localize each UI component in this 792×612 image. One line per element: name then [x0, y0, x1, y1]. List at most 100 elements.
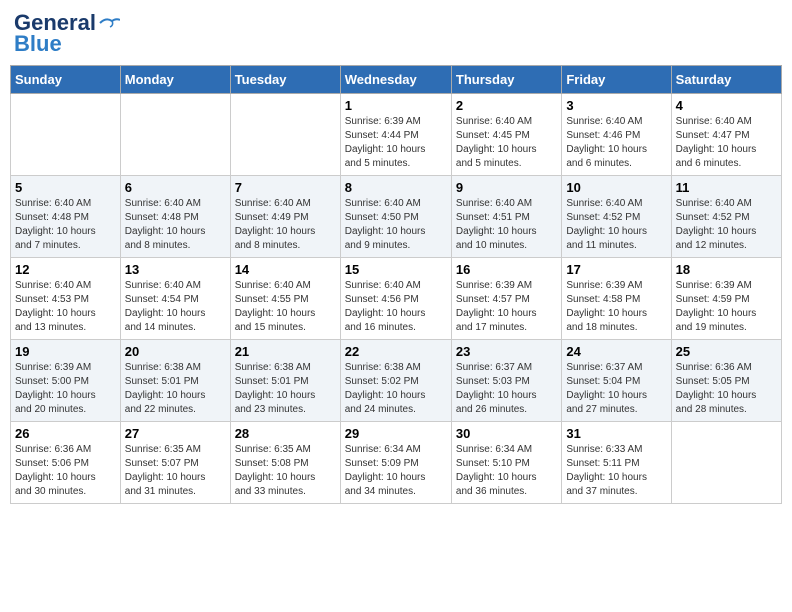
calendar-cell: 11 Sunrise: 6:40 AM Sunset: 4:52 PM Dayli… — [671, 175, 781, 257]
calendar-cell: 31 Sunrise: 6:33 AM Sunset: 5:11 PM Dayli… — [562, 421, 671, 503]
day-info: Sunrise: 6:40 AM Sunset: 4:52 PM Dayligh… — [676, 197, 777, 253]
day-number: 12 — [15, 262, 116, 277]
calendar-week-2: 5 Sunrise: 6:40 AM Sunset: 4:48 PM Daylig… — [11, 175, 782, 257]
day-number: 31 — [566, 426, 666, 441]
calendar-table: SundayMondayTuesdayWednesdayThursdayFrid… — [10, 65, 782, 504]
day-number: 25 — [676, 344, 777, 359]
calendar-cell: 28 Sunrise: 6:35 AM Sunset: 5:08 PM Dayli… — [230, 421, 340, 503]
day-number: 14 — [235, 262, 336, 277]
logo-bird-icon — [98, 15, 120, 31]
day-info: Sunrise: 6:37 AM Sunset: 5:04 PM Dayligh… — [566, 361, 666, 417]
day-info: Sunrise: 6:35 AM Sunset: 5:07 PM Dayligh… — [125, 443, 226, 499]
day-number: 23 — [456, 344, 557, 359]
calendar-cell: 14 Sunrise: 6:40 AM Sunset: 4:55 PM Dayli… — [230, 257, 340, 339]
calendar-cell: 1 Sunrise: 6:39 AM Sunset: 4:44 PM Daylig… — [340, 93, 451, 175]
calendar-cell: 10Sunrise: 6:40 AM Sunset: 4:52 PM Dayli… — [562, 175, 671, 257]
day-info: Sunrise: 6:33 AM Sunset: 5:11 PM Dayligh… — [566, 443, 666, 499]
calendar-cell: 27 Sunrise: 6:35 AM Sunset: 5:07 PM Dayli… — [120, 421, 230, 503]
day-number: 1 — [345, 98, 447, 113]
calendar-cell — [230, 93, 340, 175]
day-info: Sunrise: 6:40 AM Sunset: 4:54 PM Dayligh… — [125, 279, 226, 335]
calendar-cell: 8 Sunrise: 6:40 AM Sunset: 4:50 PM Daylig… — [340, 175, 451, 257]
calendar-cell: 6 Sunrise: 6:40 AM Sunset: 4:48 PM Daylig… — [120, 175, 230, 257]
day-number: 6 — [125, 180, 226, 195]
day-info: Sunrise: 6:34 AM Sunset: 5:10 PM Dayligh… — [456, 443, 557, 499]
day-number: 20 — [125, 344, 226, 359]
weekday-header-tuesday: Tuesday — [230, 65, 340, 93]
day-number: 16 — [456, 262, 557, 277]
day-number: 4 — [676, 98, 777, 113]
calendar-cell: 18Sunrise: 6:39 AM Sunset: 4:59 PM Dayli… — [671, 257, 781, 339]
day-number: 5 — [15, 180, 116, 195]
calendar-cell: 17 Sunrise: 6:39 AM Sunset: 4:58 PM Dayli… — [562, 257, 671, 339]
day-number: 7 — [235, 180, 336, 195]
day-number: 17 — [566, 262, 666, 277]
logo: General Blue — [14, 10, 120, 57]
calendar-cell: 24 Sunrise: 6:37 AM Sunset: 5:04 PM Dayli… — [562, 339, 671, 421]
day-info: Sunrise: 6:39 AM Sunset: 4:58 PM Dayligh… — [566, 279, 666, 335]
day-info: Sunrise: 6:40 AM Sunset: 4:48 PM Dayligh… — [15, 197, 116, 253]
day-number: 2 — [456, 98, 557, 113]
calendar-week-4: 19Sunrise: 6:39 AM Sunset: 5:00 PM Dayli… — [11, 339, 782, 421]
logo-blue: Blue — [14, 31, 62, 56]
calendar-cell — [11, 93, 121, 175]
day-number: 28 — [235, 426, 336, 441]
day-number: 3 — [566, 98, 666, 113]
day-info: Sunrise: 6:40 AM Sunset: 4:45 PM Dayligh… — [456, 115, 557, 171]
day-info: Sunrise: 6:40 AM Sunset: 4:52 PM Dayligh… — [566, 197, 666, 253]
weekday-header-wednesday: Wednesday — [340, 65, 451, 93]
day-info: Sunrise: 6:36 AM Sunset: 5:06 PM Dayligh… — [15, 443, 116, 499]
weekday-header-saturday: Saturday — [671, 65, 781, 93]
calendar-cell: 3 Sunrise: 6:40 AM Sunset: 4:46 PM Daylig… — [562, 93, 671, 175]
calendar-cell: 19Sunrise: 6:39 AM Sunset: 5:00 PM Dayli… — [11, 339, 121, 421]
calendar-cell — [671, 421, 781, 503]
calendar-cell: 21 Sunrise: 6:38 AM Sunset: 5:01 PM Dayli… — [230, 339, 340, 421]
day-info: Sunrise: 6:40 AM Sunset: 4:47 PM Dayligh… — [676, 115, 777, 171]
calendar-cell: 2 Sunrise: 6:40 AM Sunset: 4:45 PM Daylig… — [451, 93, 561, 175]
calendar-cell — [120, 93, 230, 175]
day-number: 29 — [345, 426, 447, 441]
calendar-cell: 5 Sunrise: 6:40 AM Sunset: 4:48 PM Daylig… — [11, 175, 121, 257]
calendar-cell: 9 Sunrise: 6:40 AM Sunset: 4:51 PM Daylig… — [451, 175, 561, 257]
calendar-cell: 15Sunrise: 6:40 AM Sunset: 4:56 PM Dayli… — [340, 257, 451, 339]
day-number: 22 — [345, 344, 447, 359]
day-info: Sunrise: 6:40 AM Sunset: 4:48 PM Dayligh… — [125, 197, 226, 253]
weekday-header-thursday: Thursday — [451, 65, 561, 93]
calendar-cell: 13 Sunrise: 6:40 AM Sunset: 4:54 PM Dayli… — [120, 257, 230, 339]
day-info: Sunrise: 6:40 AM Sunset: 4:49 PM Dayligh… — [235, 197, 336, 253]
day-info: Sunrise: 6:38 AM Sunset: 5:01 PM Dayligh… — [235, 361, 336, 417]
calendar-week-5: 26 Sunrise: 6:36 AM Sunset: 5:06 PM Dayli… — [11, 421, 782, 503]
day-number: 27 — [125, 426, 226, 441]
day-number: 21 — [235, 344, 336, 359]
day-number: 19 — [15, 344, 116, 359]
weekday-header-monday: Monday — [120, 65, 230, 93]
day-number: 11 — [676, 180, 777, 195]
day-number: 8 — [345, 180, 447, 195]
day-number: 26 — [15, 426, 116, 441]
day-info: Sunrise: 6:39 AM Sunset: 4:44 PM Dayligh… — [345, 115, 447, 171]
day-info: Sunrise: 6:38 AM Sunset: 5:01 PM Dayligh… — [125, 361, 226, 417]
day-info: Sunrise: 6:39 AM Sunset: 4:59 PM Dayligh… — [676, 279, 777, 335]
calendar-cell: 22Sunrise: 6:38 AM Sunset: 5:02 PM Dayli… — [340, 339, 451, 421]
day-number: 9 — [456, 180, 557, 195]
calendar-header-row: SundayMondayTuesdayWednesdayThursdayFrid… — [11, 65, 782, 93]
calendar-cell: 4 Sunrise: 6:40 AM Sunset: 4:47 PM Daylig… — [671, 93, 781, 175]
calendar-cell: 23 Sunrise: 6:37 AM Sunset: 5:03 PM Dayli… — [451, 339, 561, 421]
day-info: Sunrise: 6:35 AM Sunset: 5:08 PM Dayligh… — [235, 443, 336, 499]
calendar-cell: 16 Sunrise: 6:39 AM Sunset: 4:57 PM Dayli… — [451, 257, 561, 339]
calendar-cell: 26 Sunrise: 6:36 AM Sunset: 5:06 PM Dayli… — [11, 421, 121, 503]
calendar-week-1: 1 Sunrise: 6:39 AM Sunset: 4:44 PM Daylig… — [11, 93, 782, 175]
calendar-cell: 20 Sunrise: 6:38 AM Sunset: 5:01 PM Dayli… — [120, 339, 230, 421]
day-info: Sunrise: 6:40 AM Sunset: 4:55 PM Dayligh… — [235, 279, 336, 335]
day-info: Sunrise: 6:40 AM Sunset: 4:50 PM Dayligh… — [345, 197, 447, 253]
day-info: Sunrise: 6:36 AM Sunset: 5:05 PM Dayligh… — [676, 361, 777, 417]
day-info: Sunrise: 6:40 AM Sunset: 4:51 PM Dayligh… — [456, 197, 557, 253]
day-number: 13 — [125, 262, 226, 277]
day-number: 24 — [566, 344, 666, 359]
day-info: Sunrise: 6:39 AM Sunset: 4:57 PM Dayligh… — [456, 279, 557, 335]
page-header: General Blue — [10, 10, 782, 57]
day-info: Sunrise: 6:37 AM Sunset: 5:03 PM Dayligh… — [456, 361, 557, 417]
calendar-cell: 30Sunrise: 6:34 AM Sunset: 5:10 PM Dayli… — [451, 421, 561, 503]
day-info: Sunrise: 6:40 AM Sunset: 4:46 PM Dayligh… — [566, 115, 666, 171]
calendar-cell: 7 Sunrise: 6:40 AM Sunset: 4:49 PM Daylig… — [230, 175, 340, 257]
